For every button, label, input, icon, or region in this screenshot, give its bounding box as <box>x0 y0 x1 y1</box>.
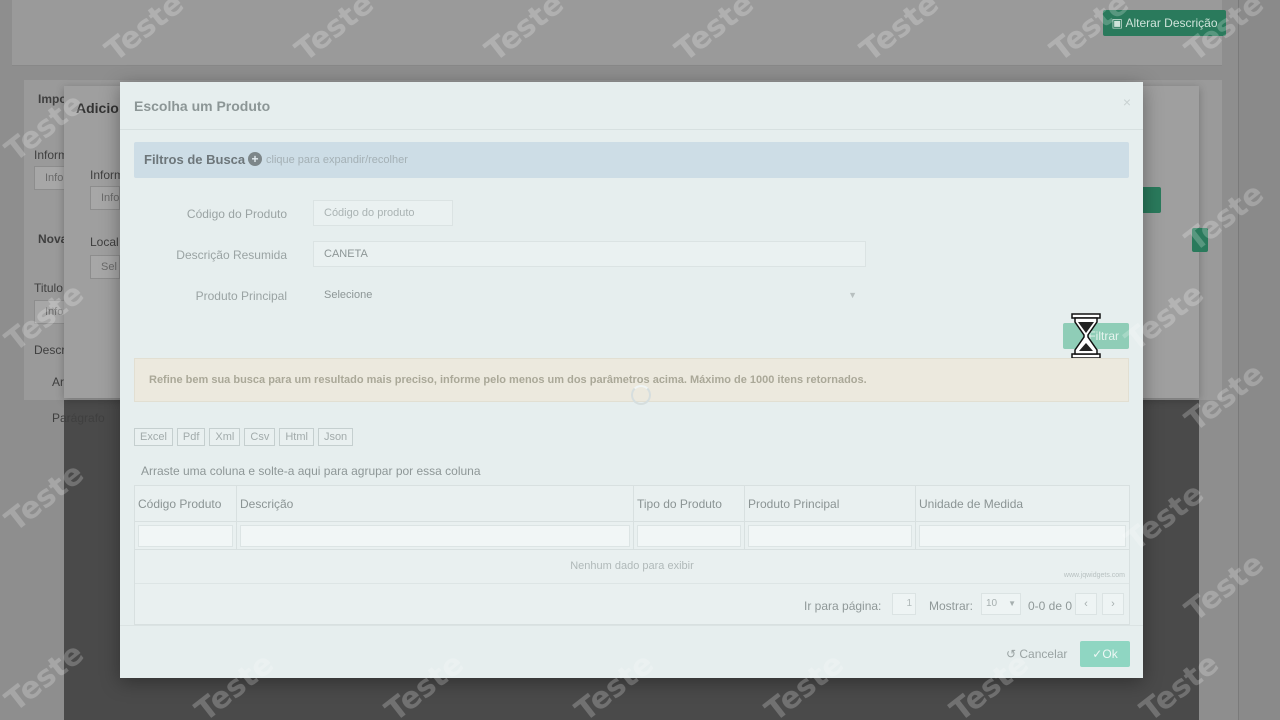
filter-cell-tipo[interactable] <box>634 522 745 550</box>
mid-label-local: Local <box>90 235 119 249</box>
main-product-label: Produto Principal <box>195 289 287 303</box>
choose-product-modal: Escolha um Produto × Filtros de Busca + … <box>120 82 1143 678</box>
modal-title: Escolha um Produto <box>134 98 271 114</box>
ok-button[interactable]: ✓Ok <box>1080 641 1130 667</box>
prev-page-icon[interactable]: ‹ <box>1075 593 1097 615</box>
bg-label-descr: Descr <box>34 343 66 357</box>
product-code-input[interactable]: Código do produto <box>313 200 453 226</box>
grid-header: Código Produto Descrição Tipo do Produto… <box>135 486 1129 522</box>
filters-title: Filtros de Busca <box>144 152 246 167</box>
grid-empty-message: Nenhum dado para exibir <box>570 560 694 572</box>
product-code-label: Código do Produto <box>186 207 287 221</box>
grid-pager: Ir para página: 1 Mostrar: 10 ▼ 0-0 de 0… <box>135 583 1129 625</box>
background-top-card: ▣ Alterar Descrição <box>12 0 1226 66</box>
page-size-select[interactable]: 10 ▼ <box>981 593 1021 615</box>
filter-cell-descricao[interactable] <box>237 522 634 550</box>
go-to-page-label: Ir para página: <box>804 599 882 613</box>
chevron-down-icon: ▼ <box>848 290 857 300</box>
column-header-codigo[interactable]: Código Produto <box>135 486 237 522</box>
export-buttons: Excel Pdf Xml Csv Html Json <box>134 428 354 446</box>
mid-input-info: Info <box>90 186 120 210</box>
filters-hint: clique para expandir/recolher <box>266 154 408 166</box>
short-description-input[interactable]: CANETA <box>313 241 866 267</box>
range-text: 0-0 de 0 <box>1028 599 1073 613</box>
main-product-select-value: Selecione <box>324 289 373 301</box>
export-xml-button[interactable]: Xml <box>209 428 241 446</box>
export-json-button[interactable]: Json <box>317 428 354 446</box>
bg-label-titulo: Titulo <box>34 281 63 295</box>
grid-filter-row <box>135 522 1129 550</box>
filter-cell-principal[interactable] <box>745 522 916 550</box>
filter-cell-codigo[interactable] <box>135 522 237 550</box>
page-size-value: 10 <box>986 598 998 609</box>
column-header-principal[interactable]: Produto Principal <box>745 486 916 522</box>
modal-footer: ↺ Cancelar ✓Ok <box>120 625 1143 678</box>
bg-label-inform: Inform <box>34 148 69 162</box>
main-product-select[interactable]: Selecione ▼ <box>313 282 866 308</box>
filter-cell-unidade[interactable] <box>916 522 1129 550</box>
cancel-button[interactable]: ↺ Cancelar <box>1000 641 1073 667</box>
page-number-input[interactable]: 1 <box>892 593 916 615</box>
background-modal-title: Adicio <box>76 100 119 116</box>
grid-credit: www.jqwidgets.com <box>1063 572 1125 579</box>
modal-header: Escolha um Produto × <box>120 82 1143 130</box>
next-page-icon[interactable]: › <box>1102 593 1124 615</box>
group-by-hint[interactable]: Arraste uma coluna e solte-a aqui para a… <box>141 464 481 478</box>
bg-input-info: Info <box>34 166 68 190</box>
alter-description-button[interactable]: ▣ Alterar Descrição <box>1103 10 1226 36</box>
mid-label-inform: Inform <box>90 168 125 182</box>
bg-label-nova: Nova <box>38 232 68 246</box>
show-label: Mostrar: <box>929 599 974 613</box>
column-header-unidade[interactable]: Unidade de Medida <box>916 486 1129 522</box>
chevron-down-icon: ▼ <box>1008 599 1016 608</box>
search-filters-bar[interactable]: Filtros de Busca + clique para expandir/… <box>134 142 1129 178</box>
check-icon: ✓ <box>1092 647 1103 661</box>
expand-plus-icon[interactable]: + <box>248 152 262 166</box>
save-icon: ▣ <box>1111 16 1126 30</box>
undo-icon: ↺ <box>1006 647 1020 661</box>
bg-label-ar: Ar <box>52 375 64 389</box>
export-csv-button[interactable]: Csv <box>244 428 276 446</box>
hourglass-cursor-icon <box>1071 313 1101 359</box>
export-html-button[interactable]: Html <box>279 428 314 446</box>
alert-text: Refine bem sua busca para um resultado m… <box>149 374 867 386</box>
mid-select: Sel <box>90 255 120 279</box>
column-header-tipo[interactable]: Tipo do Produto <box>634 486 745 522</box>
products-grid: Código Produto Descrição Tipo do Produto… <box>134 485 1130 625</box>
bg-label-paragrafo: Parágrafo <box>52 411 105 425</box>
export-excel-button[interactable]: Excel <box>134 428 173 446</box>
bg-input-info-2: Info <box>34 300 68 324</box>
loading-spinner-icon <box>631 385 651 405</box>
column-header-descricao[interactable]: Descrição <box>237 486 634 522</box>
export-pdf-button[interactable]: Pdf <box>176 428 206 446</box>
mid-green-button-2 <box>1192 228 1208 252</box>
short-description-label: Descrição Resumida <box>176 248 287 262</box>
close-icon[interactable]: × <box>1123 94 1131 110</box>
page-scrollbar[interactable] <box>1238 0 1280 720</box>
bg-label-impo: Impo <box>38 92 67 106</box>
